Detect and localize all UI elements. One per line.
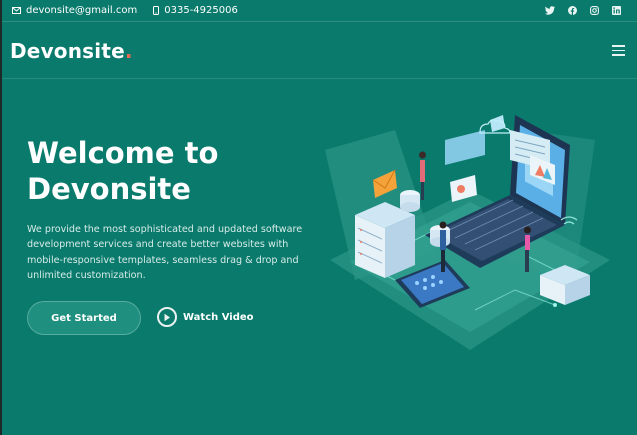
- top-bar: devonsite@gmail.com 0335-4925006: [2, 0, 637, 22]
- instagram-icon[interactable]: [590, 6, 599, 15]
- email-text: devonsite@gmail.com: [26, 5, 138, 16]
- hero-title-line-1: Welcome to: [27, 136, 219, 170]
- social-links: [532, 6, 637, 15]
- play-icon: [157, 307, 177, 327]
- get-started-button[interactable]: Get Started: [27, 301, 141, 335]
- site-header: Devonsite.: [2, 23, 637, 79]
- email-link[interactable]: devonsite@gmail.com: [12, 5, 137, 16]
- logo-dot: .: [124, 38, 133, 63]
- hero-illustration: [325, 115, 610, 350]
- hero-title-line-2: Devonsite: [27, 172, 191, 206]
- contact-info: devonsite@gmail.com 0335-4925006: [2, 5, 254, 16]
- watch-video-label: Watch Video: [183, 311, 254, 323]
- facebook-icon[interactable]: [568, 6, 577, 15]
- watch-video-link[interactable]: Watch Video: [157, 307, 254, 327]
- hero-description: We provide the most sophisticated and up…: [27, 224, 303, 281]
- phone-link[interactable]: 0335-4925006: [153, 5, 238, 16]
- logo-text: Devonsite: [10, 38, 125, 63]
- hamburger-menu-icon[interactable]: [612, 45, 625, 56]
- hero-title: Welcome to Devonsite: [27, 135, 327, 207]
- site-logo[interactable]: Devonsite.: [10, 39, 133, 63]
- phone-text: 0335-4925006: [164, 5, 238, 16]
- linkedin-icon[interactable]: [612, 6, 621, 15]
- twitter-icon[interactable]: [545, 6, 555, 15]
- envelope-icon: [12, 7, 21, 14]
- phone-icon: [153, 6, 160, 15]
